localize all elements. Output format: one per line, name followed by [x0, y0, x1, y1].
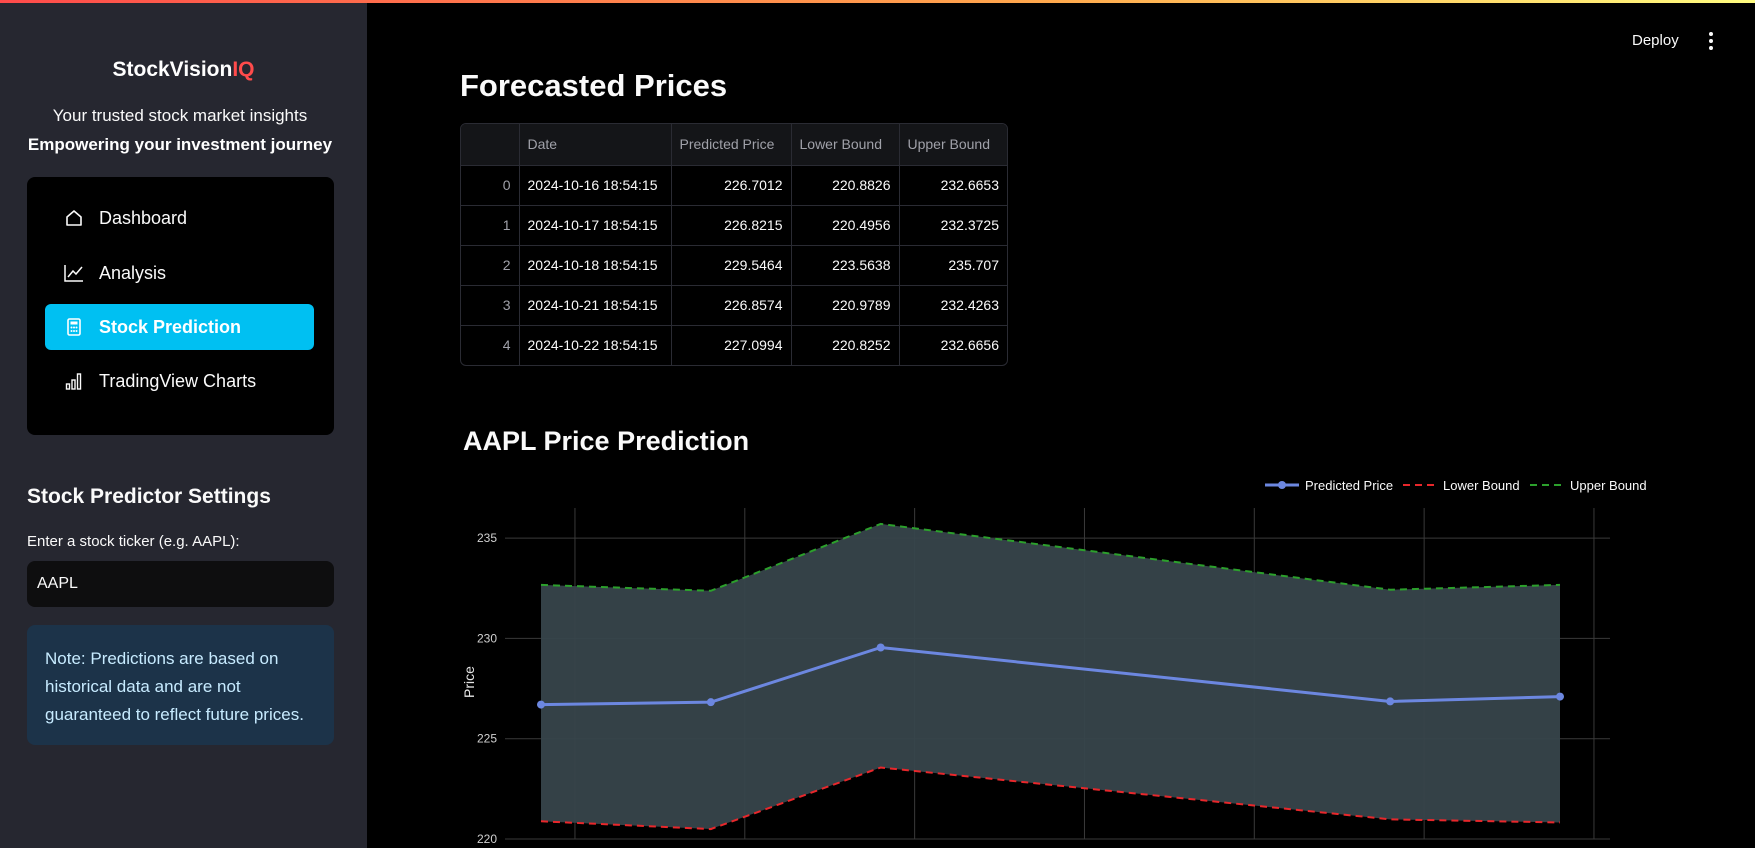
row-index: 2 — [461, 245, 520, 286]
column-header-predicted-price[interactable]: Predicted Price — [671, 124, 792, 166]
data-point-predicted-price[interactable] — [1386, 697, 1395, 706]
chart-title: AAPL Price Prediction — [463, 426, 750, 456]
nav-item-label: Dashboard — [99, 207, 188, 228]
settings-title: Stock Predictor Settings — [27, 485, 271, 508]
table-header-row: Date Predicted Price Lower Bound Upper B… — [461, 124, 1007, 166]
column-header-index[interactable] — [461, 124, 520, 166]
row-index: 1 — [461, 205, 520, 246]
forecast-table[interactable]: Date Predicted Price Lower Bound Upper B… — [460, 123, 1008, 366]
data-point-predicted-price[interactable] — [537, 700, 545, 709]
brand-name: StockVision — [112, 58, 233, 81]
data-point-predicted-price[interactable] — [876, 643, 885, 652]
cell-lower-bound[interactable]: 223.5638 — [791, 245, 900, 286]
legend-label[interactable]: Predicted Price — [1305, 478, 1393, 493]
cell-date[interactable]: 2024-10-18 18:54:15 — [519, 245, 672, 286]
deploy-button[interactable]: Deploy — [1632, 32, 1679, 49]
cell-predicted-price[interactable]: 229.5464 — [671, 245, 792, 286]
legend-label[interactable]: Lower Bound — [1443, 478, 1520, 493]
cell-lower-bound[interactable]: 220.8826 — [791, 165, 900, 206]
nav-item-label: Stock Prediction — [99, 316, 242, 337]
row-index: 0 — [461, 165, 520, 206]
cell-lower-bound[interactable]: 220.9789 — [791, 285, 900, 326]
tagline-bold: Empowering your investment journey — [27, 135, 333, 154]
ticker-label: Enter a stock ticker (e.g. AAPL): — [27, 533, 240, 550]
confidence-band-area — [541, 523, 1560, 830]
y-tick-label: 235 — [477, 531, 497, 545]
cell-upper-bound[interactable]: 232.3725 — [899, 205, 1007, 246]
more-menu-icon[interactable] — [1704, 30, 1718, 52]
table-row: 3 2024-10-21 18:54:15 226.8574 220.9789 … — [461, 285, 1007, 326]
cell-predicted-price[interactable]: 226.7012 — [671, 165, 792, 206]
table-row: 0 2024-10-16 18:54:15 226.7012 220.8826 … — [461, 165, 1007, 206]
legend-label[interactable]: Upper Bound — [1570, 478, 1647, 493]
cell-upper-bound[interactable]: 232.6653 — [899, 165, 1007, 206]
cell-upper-bound[interactable]: 232.6656 — [899, 325, 1007, 365]
column-header-lower-bound[interactable]: Lower Bound — [791, 124, 900, 166]
table-row: 1 2024-10-17 18:54:15 226.8215 220.4956 … — [461, 205, 1007, 246]
y-tick-label: 230 — [477, 631, 497, 645]
row-index: 4 — [461, 325, 520, 365]
y-tick-label: 220 — [477, 832, 497, 846]
nav-item-label: TradingView Charts — [99, 370, 257, 391]
cell-lower-bound[interactable]: 220.4956 — [791, 205, 900, 246]
table-row: 4 2024-10-22 18:54:15 227.0994 220.8252 … — [461, 325, 1007, 365]
nav-item-stock-prediction[interactable]: Stock Prediction — [45, 304, 314, 350]
nav-item-dashboard[interactable]: Dashboard — [45, 195, 314, 241]
nav-item-tradingview-charts[interactable]: TradingView Charts — [45, 358, 314, 404]
cell-date[interactable]: 2024-10-17 18:54:15 — [519, 205, 672, 246]
column-header-upper-bound[interactable]: Upper Bound — [899, 124, 1007, 166]
calculator-icon — [63, 316, 85, 338]
brand-accent: IQ — [232, 58, 255, 81]
row-index: 3 — [461, 285, 520, 326]
bar-chart-icon — [63, 370, 85, 392]
ticker-input[interactable] — [27, 561, 334, 607]
y-tick-label: 225 — [477, 732, 497, 746]
info-note: Note: Predictions are based on historica… — [27, 625, 334, 745]
cell-predicted-price[interactable]: 226.8215 — [671, 205, 792, 246]
line-chart-icon — [63, 262, 85, 284]
forecast-title: Forecasted Prices — [460, 68, 728, 103]
cell-date[interactable]: 2024-10-22 18:54:15 — [519, 325, 672, 365]
cell-upper-bound[interactable]: 235.707 — [899, 245, 1007, 286]
cell-date[interactable]: 2024-10-16 18:54:15 — [519, 165, 672, 206]
column-header-date[interactable]: Date — [519, 124, 672, 166]
price-prediction-chart[interactable]: 220 225 230 235 Price Predicted Price Lower Bo… — [455, 460, 1655, 848]
tagline: Your trusted stock market insights — [52, 106, 308, 125]
brand-logo: StockVisionIQ — [0, 58, 367, 82]
nav-item-analysis[interactable]: Analysis — [45, 250, 314, 296]
legend-marker-predicted-price[interactable] — [1278, 481, 1286, 489]
data-point-predicted-price[interactable] — [706, 698, 715, 707]
table-row: 2 2024-10-18 18:54:15 229.5464 223.5638 … — [461, 245, 1007, 286]
nav-item-label: Analysis — [99, 262, 167, 283]
cell-predicted-price[interactable]: 226.8574 — [671, 285, 792, 326]
home-icon — [63, 207, 85, 229]
cell-predicted-price[interactable]: 227.0994 — [671, 325, 792, 365]
data-point-predicted-price[interactable] — [1556, 692, 1564, 701]
y-axis-label: Price — [461, 666, 477, 698]
cell-date[interactable]: 2024-10-21 18:54:15 — [519, 285, 672, 326]
cell-upper-bound[interactable]: 232.4263 — [899, 285, 1007, 326]
cell-lower-bound[interactable]: 220.8252 — [791, 325, 900, 365]
nav-menu: Dashboard Analysis Stock Prediction Trad… — [27, 177, 334, 435]
sidebar: StockVisionIQ Your trusted stock market … — [0, 3, 367, 848]
